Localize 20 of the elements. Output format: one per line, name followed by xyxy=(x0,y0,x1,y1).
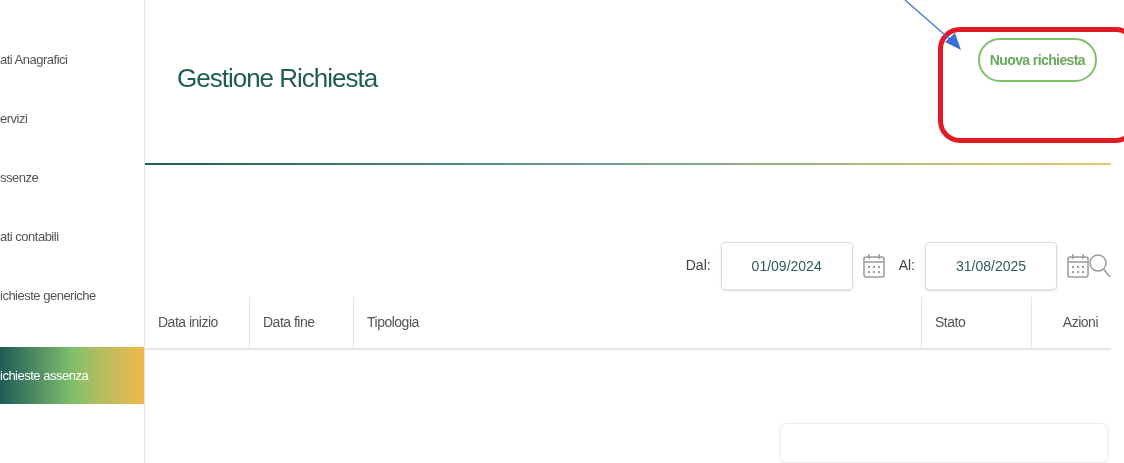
column-header: Data fine xyxy=(249,297,353,348)
sidebar-item[interactable]: ervizi xyxy=(0,107,144,166)
calendar-icon[interactable] xyxy=(862,252,885,279)
sidebar-item[interactable]: ati contabili xyxy=(0,225,144,284)
sidebar-item[interactable]: ssenze xyxy=(0,166,144,225)
page-title: Gestione Richiesta xyxy=(177,61,378,95)
date-field[interactable]: 31/08/2025 xyxy=(925,241,1057,290)
sidebar-item[interactable]: ichieste assenza xyxy=(0,347,144,404)
date-field[interactable]: 01/09/2024 xyxy=(720,241,853,290)
search-icon[interactable] xyxy=(1089,253,1111,278)
sidebar-item[interactable]: ichieste generiche xyxy=(0,284,144,343)
calendar-icon[interactable] xyxy=(1067,252,1089,279)
sidebar-item[interactable]: ati Anagrafici xyxy=(0,48,144,107)
column-header: Azioni xyxy=(1031,297,1111,348)
column-header: Stato xyxy=(921,297,1031,348)
column-header: Tipologia xyxy=(353,297,921,348)
column-header: Data inizio xyxy=(157,313,219,333)
arrow-drawing xyxy=(903,0,963,52)
date-label: Dal: xyxy=(685,256,711,276)
date-label: Al: xyxy=(898,256,915,276)
